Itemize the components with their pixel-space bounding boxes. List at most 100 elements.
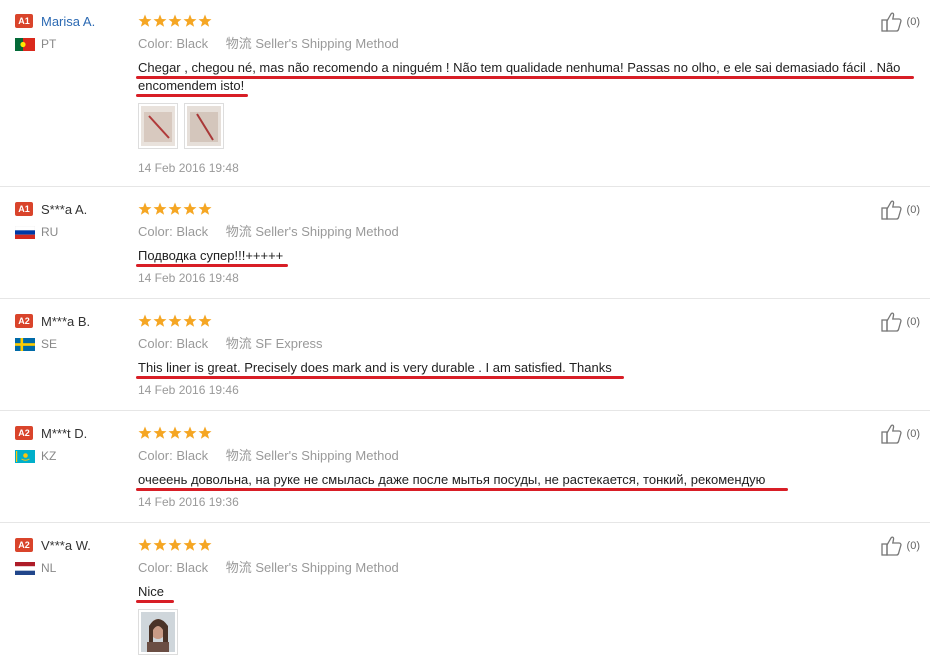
reviewer-info: A2 M***t D. KZ (15, 423, 125, 466)
thumbs-up-icon (880, 200, 902, 220)
buyer-level-badge: A2 (15, 314, 33, 328)
shipping-value: Seller's Shipping Method (255, 560, 399, 575)
review-images (138, 609, 928, 655)
thumbs-up-icon (880, 312, 902, 332)
shipping-value: Seller's Shipping Method (255, 448, 399, 463)
buyer-level-badge: A1 (15, 14, 33, 28)
shipping-label: 物流 (225, 36, 252, 51)
color-value: Black (176, 560, 209, 575)
reviewer-country: RU (41, 225, 59, 239)
kz-flag-icon (15, 449, 35, 463)
reviewer-name: V***a W. (41, 537, 91, 553)
color-label: Color: (138, 224, 173, 239)
review-text-line: encomendem isto! (138, 78, 245, 93)
review-text-continued: encomendem isto! (136, 77, 248, 97)
se-flag-icon (15, 337, 35, 351)
review-item: A1 S***a A. RU Color: Black 物流 Seller's … (0, 186, 930, 299)
star-rating (138, 199, 928, 219)
color-value: Black (176, 224, 209, 239)
reviewer-country: KZ (41, 449, 57, 463)
review-text: Подводка супер!!!+++++ (136, 247, 288, 267)
color-label: Color: (138, 36, 173, 51)
red-underline (136, 488, 788, 491)
star-rating (138, 11, 928, 31)
star-rating (138, 535, 928, 555)
review-photo-thumbnail[interactable] (184, 103, 224, 149)
review-list: A1 Marisa A. PT Color: Black 物流 Seller's… (0, 0, 950, 655)
reviewer-country: NL (41, 561, 57, 575)
review-meta: Color: Black 物流 Seller's Shipping Method (138, 559, 928, 577)
color-value: Black (176, 448, 209, 463)
review-date: 14 Feb 2016 19:48 (138, 161, 239, 175)
reviewer-info: A1 Marisa A. PT (15, 11, 125, 54)
review-text-line: Nice (138, 584, 165, 599)
review-photo-thumbnail[interactable] (138, 609, 178, 655)
helpful-count: (0) (906, 16, 920, 28)
five-star-icon (138, 314, 212, 327)
review-text: Nice (136, 583, 174, 603)
review-meta: Color: Black 物流 SF Express (138, 335, 928, 353)
shipping-label: 物流 (225, 448, 252, 463)
reviewer-info: A1 S***a A. RU (15, 199, 125, 242)
helpful-count: (0) (906, 204, 920, 216)
reviewer-info: A2 M***a B. SE (15, 311, 125, 354)
reviewer-info: A2 V***a W. NL (15, 535, 125, 578)
red-underline (136, 600, 174, 603)
star-rating (138, 311, 928, 331)
review-date: 14 Feb 2016 19:36 (138, 495, 239, 509)
review-text-line: очееень довольна, на руке не смылась даж… (138, 472, 766, 487)
review-images (138, 103, 928, 149)
buyer-level-badge: A2 (15, 538, 33, 552)
thumbs-up-icon (880, 424, 902, 444)
helpful-button[interactable]: (0) (880, 200, 920, 220)
nl-flag-icon (15, 561, 35, 575)
helpful-button[interactable]: (0) (880, 312, 920, 332)
star-rating (138, 423, 928, 443)
reviewer-name: M***a B. (41, 313, 91, 329)
buyer-level-badge: A2 (15, 426, 33, 440)
review-text: This liner is great. Precisely does mark… (136, 359, 624, 379)
review-date: 14 Feb 2016 19:46 (138, 383, 239, 397)
shipping-label: 物流 (225, 336, 252, 351)
review-date: 14 Feb 2016 19:48 (138, 271, 239, 285)
helpful-count: (0) (906, 540, 920, 552)
review-text: Chegar , chegou né, mas não recomendo a … (136, 59, 914, 79)
thumbs-up-icon (880, 536, 902, 556)
helpful-count: (0) (906, 428, 920, 440)
review-content: Color: Black 物流 Seller's Shipping Method… (136, 535, 928, 655)
review-content: Color: Black 物流 SF Express This liner is… (136, 311, 928, 397)
review-item: A2 M***t D. KZ Color: Black 物流 Seller's … (0, 410, 930, 523)
shipping-value: Seller's Shipping Method (255, 224, 399, 239)
helpful-button[interactable]: (0) (880, 536, 920, 556)
reviewer-country: SE (41, 337, 58, 351)
five-star-icon (138, 538, 212, 551)
review-item: A2 V***a W. NL Color: Black 物流 Seller's … (0, 522, 930, 655)
five-star-icon (138, 426, 212, 439)
shipping-label: 物流 (225, 224, 252, 239)
review-meta: Color: Black 物流 Seller's Shipping Method (138, 35, 928, 53)
review-item: A2 M***a B. SE Color: Black 物流 SF Expres… (0, 298, 930, 411)
review-text-line: This liner is great. Precisely does mark… (138, 360, 612, 375)
color-label: Color: (138, 560, 173, 575)
reviewer-name: M***t D. (41, 425, 88, 441)
color-value: Black (176, 336, 209, 351)
shipping-value: Seller's Shipping Method (255, 36, 399, 51)
pt-flag-icon (15, 37, 35, 51)
review-content: Color: Black 物流 Seller's Shipping Method… (136, 199, 928, 285)
helpful-button[interactable]: (0) (880, 12, 920, 32)
red-underline (136, 264, 288, 267)
five-star-icon (138, 202, 212, 215)
reviewer-name[interactable]: Marisa A. (41, 14, 95, 29)
helpful-count: (0) (906, 316, 920, 328)
helpful-button[interactable]: (0) (880, 424, 920, 444)
review-meta: Color: Black 物流 Seller's Shipping Method (138, 223, 928, 241)
thumbs-up-icon (880, 12, 902, 32)
review-text: очееень довольна, на руке не смылась даж… (136, 471, 788, 491)
buyer-level-badge: A1 (15, 202, 33, 216)
shipping-label: 物流 (225, 560, 252, 575)
review-content: Color: Black 物流 Seller's Shipping Method… (136, 11, 928, 175)
five-star-icon (138, 14, 212, 27)
review-photo-thumbnail[interactable] (138, 103, 178, 149)
reviewer-name: S***a A. (41, 201, 88, 217)
review-text-line: Chegar , chegou né, mas não recomendo a … (138, 60, 901, 75)
